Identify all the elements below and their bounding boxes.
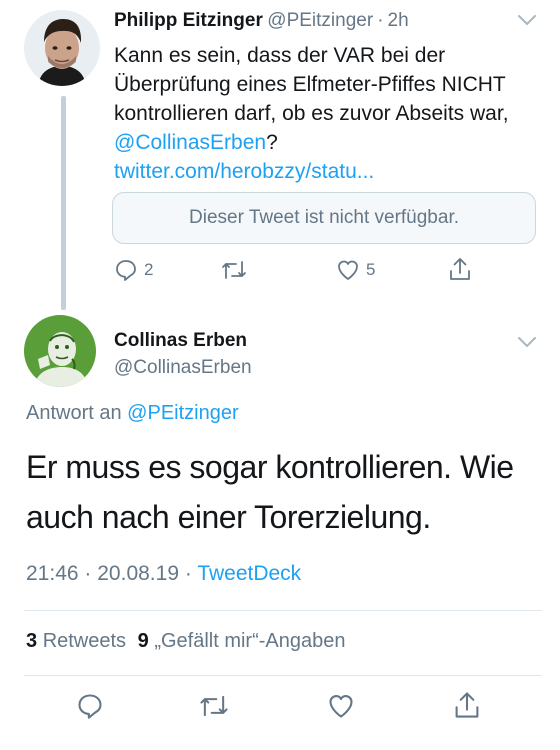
retweets-stat[interactable]: 3 Retweets <box>26 630 126 652</box>
reply-icon <box>78 694 102 719</box>
like-button[interactable] <box>327 692 355 720</box>
tweet1-share-button[interactable] <box>448 256 472 282</box>
retweet-icon <box>200 695 228 717</box>
tweet2-date: 20.08.19 <box>97 562 179 585</box>
retweet-icon <box>222 261 246 279</box>
tweet2-text: Er muss es sogar kontrollieren. Wie auch… <box>26 449 514 535</box>
tweet1-author-handle[interactable]: @PEitzinger <box>267 10 373 31</box>
share-icon <box>450 258 470 280</box>
retweets-label: Retweets <box>42 630 127 652</box>
retweets-count: 3 <box>26 630 38 652</box>
likes-count: 9 <box>137 630 149 652</box>
tweet1-mention-link[interactable]: @CollinasErben <box>114 131 266 154</box>
tweet1-url-link[interactable]: twitter.com/herobzzy/statu... <box>114 160 374 183</box>
tweet1-text-body: Kann es sein, dass der VAR bei der Überp… <box>114 44 509 125</box>
tweet1-reply-button[interactable]: 2 <box>114 258 153 282</box>
reply-icon <box>116 260 136 281</box>
tweet1-text-end: ? <box>266 131 278 154</box>
tweet1-author-name[interactable]: Philipp Eitzinger <box>114 10 263 31</box>
tweet2-author-handle[interactable]: @CollinasErben <box>114 357 252 379</box>
tweet2-time: 21:46 <box>26 562 79 585</box>
likes-stat[interactable]: 9 „Gefällt mir“-Angaben <box>138 630 346 652</box>
tweet2-meta-separator-2: · <box>184 562 192 585</box>
chevron-down-icon[interactable] <box>517 14 537 26</box>
tweet1-text: Kann es sein, dass der VAR bei der Überp… <box>114 41 524 186</box>
tweet2-stats: 3 Retweets 9 „Gefällt mir“-Angaben <box>26 630 346 653</box>
retweet-button[interactable] <box>198 692 230 720</box>
tweet1-separator: · <box>377 10 384 31</box>
tweet1-header: Philipp Eitzinger @PEitzinger · 2h <box>114 10 409 32</box>
tweet2-meta-separator: · <box>84 562 92 585</box>
tweet1-like-count: 5 <box>366 260 376 279</box>
reply-to-mention-link[interactable]: @PEitzinger <box>127 402 238 424</box>
tweet1-retweet-button[interactable] <box>220 258 254 282</box>
tweet2-header: Collinas Erben @CollinasErben <box>114 330 252 379</box>
avatar-collinas[interactable] <box>24 315 96 387</box>
reply-button[interactable] <box>76 692 104 720</box>
thread-line <box>61 96 66 310</box>
heart-icon <box>329 695 353 718</box>
unavailable-quote-card: Dieser Tweet ist nicht verfügbar. <box>112 192 536 244</box>
share-icon <box>455 692 479 718</box>
divider <box>24 610 542 611</box>
tweet2-meta: 21:46 · 20.08.19 · TweetDeck <box>26 562 301 586</box>
tweet1-time[interactable]: 2h <box>388 10 409 31</box>
reply-to-line: Antwort an @PEitzinger <box>26 402 239 425</box>
reply-to-prefix: Antwort an <box>26 402 122 424</box>
heart-icon <box>338 260 358 280</box>
tweet2-source-link[interactable]: TweetDeck <box>197 562 301 585</box>
share-button[interactable] <box>453 690 481 720</box>
unavailable-notice: Dieser Tweet ist nicht verfügbar. <box>189 207 459 228</box>
tweet2-author-name[interactable]: Collinas Erben <box>114 330 252 352</box>
chevron-down-icon[interactable] <box>517 336 537 348</box>
divider <box>24 675 542 676</box>
tweet1-reply-count: 2 <box>144 260 154 279</box>
tweet1-like-button[interactable]: 5 <box>336 258 375 282</box>
likes-label: „Gefällt mir“-Angaben <box>154 630 346 652</box>
avatar-philipp[interactable] <box>24 10 100 86</box>
